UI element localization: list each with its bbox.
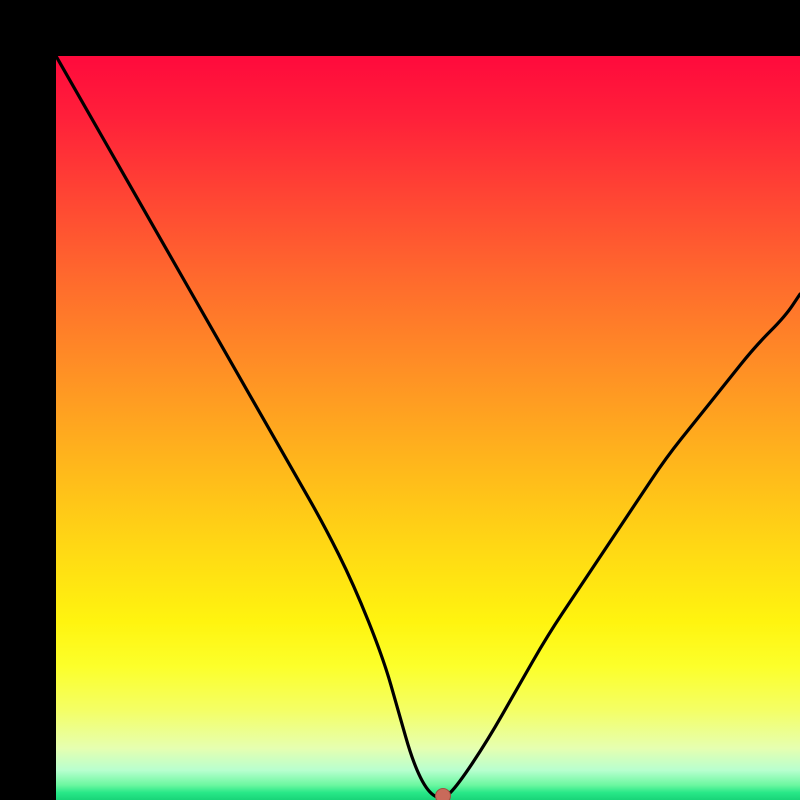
plot-area bbox=[56, 56, 800, 800]
curve-svg bbox=[56, 56, 800, 800]
optimal-point-marker bbox=[435, 788, 451, 800]
bottleneck-curve bbox=[56, 56, 800, 798]
chart-frame bbox=[0, 0, 800, 800]
